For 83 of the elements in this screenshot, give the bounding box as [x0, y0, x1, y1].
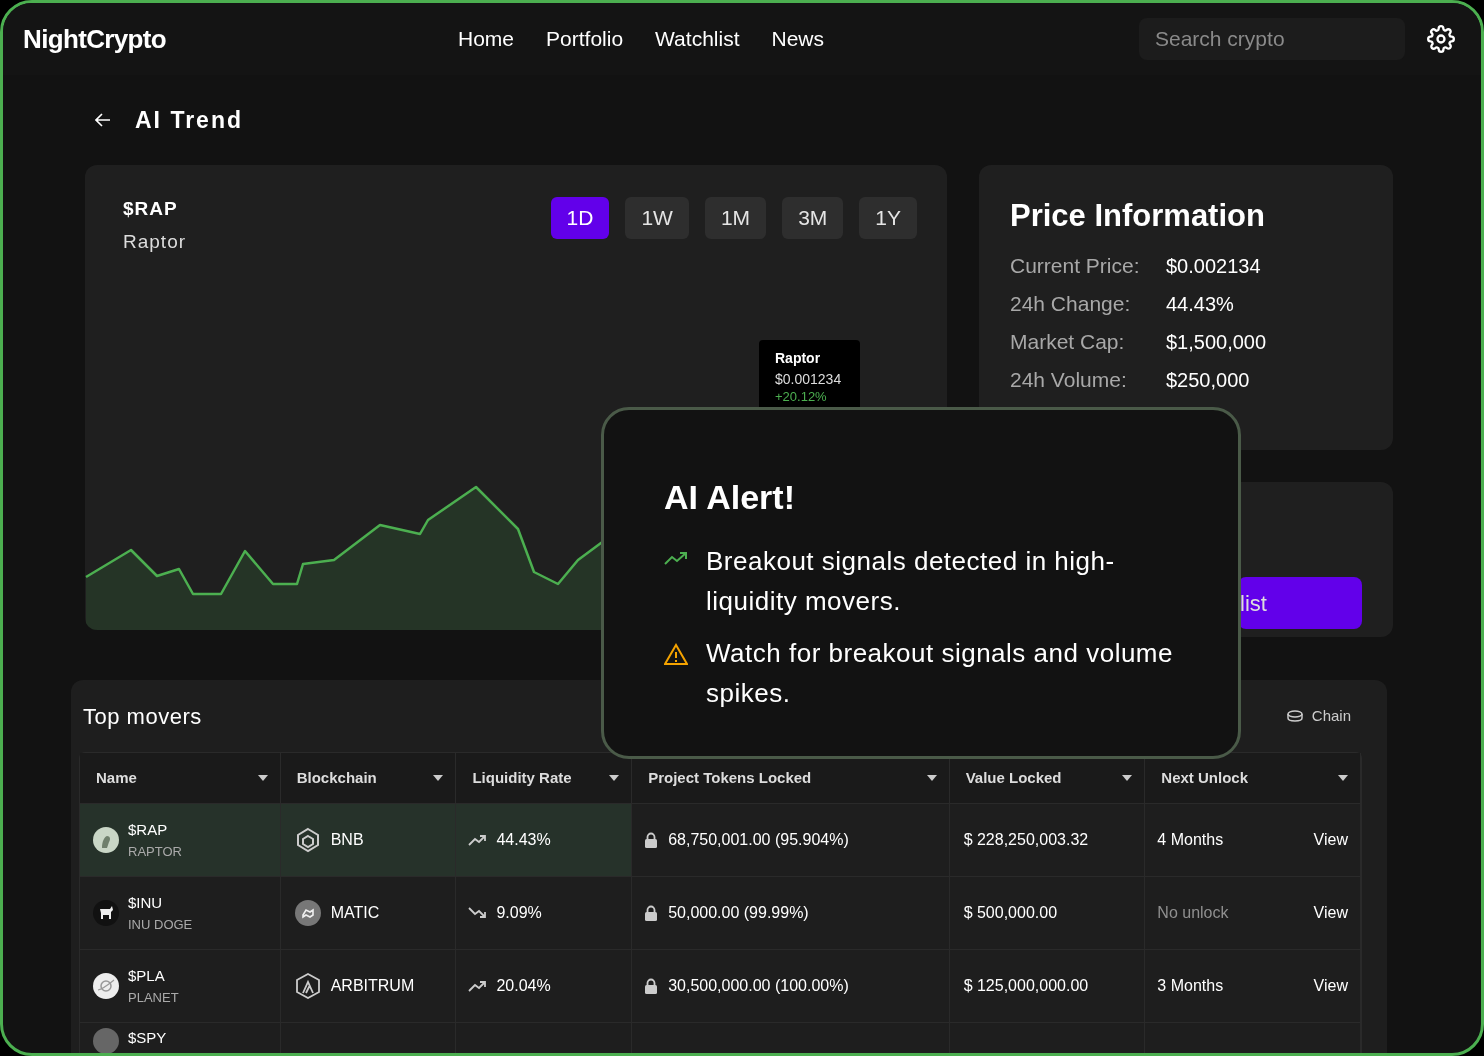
token-avatar [92, 972, 120, 1000]
nav-link[interactable]: Portfolio [546, 23, 624, 55]
section-title: Top movers [83, 702, 202, 731]
coins-icon [1285, 709, 1304, 723]
column-header[interactable]: Blockchain [280, 753, 457, 803]
nav-link[interactable]: News [771, 23, 824, 55]
tooltip-title: Raptor [775, 349, 822, 368]
trend-down-icon [468, 907, 487, 919]
token-name: RAPTOR [128, 842, 182, 861]
token-avatar [92, 899, 120, 927]
token-symbol: $PLA [128, 966, 166, 986]
view-link[interactable]: View [1313, 828, 1348, 852]
tokens-locked: 68,750,001.00 (95.904%) [668, 830, 849, 850]
token-symbol: $INU [128, 893, 164, 913]
view-link[interactable]: View [1313, 974, 1348, 998]
info-value: $250,000 [1166, 367, 1250, 393]
chain-name: ARBITRUM [330, 976, 415, 996]
caret-icon [433, 775, 444, 781]
column-header[interactable]: Name [80, 753, 281, 803]
link-icon [294, 900, 321, 926]
token-symbol: $RAP [123, 197, 179, 221]
info-label: Current Price: [1010, 252, 1141, 279]
next-unlock: 3 Months [1157, 976, 1224, 996]
tokens-locked: 30,500,000.00 (100.00%) [668, 976, 849, 996]
info-label: 24h Volume: [1010, 366, 1128, 393]
trend-up-icon [468, 834, 487, 846]
caret-icon [1122, 775, 1133, 781]
range-tab[interactable]: 3M [782, 197, 844, 239]
rate-value: 20.04% [496, 976, 551, 996]
card-title: Price Information [1010, 197, 1266, 235]
token-name: Raptor [123, 229, 187, 254]
trend-up-icon [468, 980, 487, 992]
chain-name: BNB [330, 830, 364, 850]
trend-up-icon [664, 551, 688, 565]
token-name: PLANET [128, 988, 179, 1007]
value-locked: $ 228,250,003.32 [963, 830, 1089, 850]
watchlist-button[interactable]: list [1238, 577, 1362, 629]
search-field[interactable]: Search crypto [1139, 18, 1405, 60]
range-tab[interactable]: 1Y [859, 197, 917, 239]
next-unlock: 4 Months [1157, 830, 1224, 850]
alert-message: Breakout signals detected in high-liquidity movers. [706, 545, 1116, 618]
settings-icon[interactable] [1427, 25, 1455, 53]
hexagon-icon [294, 973, 321, 999]
value-locked: $ 500,000.00 [963, 903, 1058, 923]
value-locked: $ 125,000,000.00 [963, 976, 1089, 996]
view-link[interactable]: View [1313, 901, 1348, 925]
info-value: $1,500,000 [1166, 329, 1267, 355]
token-symbol: $RAP [128, 820, 169, 840]
range-tab[interactable]: 1M [704, 197, 767, 239]
info-label: 24h Change: [1010, 290, 1132, 317]
info-value: 44.43% [1166, 291, 1234, 317]
next-unlock: No unlock [1157, 903, 1229, 923]
alert-message: Watch for breakout signals and volume spikes. [706, 637, 1174, 710]
caret-icon [257, 775, 268, 781]
chain-name: MATIC [330, 903, 380, 923]
page-title: AI Trend [135, 105, 243, 135]
nav-link[interactable]: Home [458, 23, 515, 55]
info-label: Market Cap: [1010, 328, 1126, 355]
tooltip-change: +20.12% [775, 390, 828, 404]
range-tab[interactable]: 1D [550, 197, 610, 239]
range-tab[interactable]: 1W [625, 197, 689, 239]
back-arrow-icon[interactable] [95, 113, 111, 127]
token-avatar [92, 1027, 120, 1053]
alert-title: AI Alert! [664, 477, 796, 518]
info-value: $0.002134 [1166, 253, 1261, 279]
lock-icon [644, 832, 659, 848]
tooltip-price: $0.001234 [775, 370, 843, 389]
nav-link[interactable]: Watchlist [655, 23, 740, 55]
lock-icon [644, 905, 659, 921]
chain-filter[interactable]: Chain [1285, 704, 1351, 728]
logo[interactable]: NightCrypto [23, 19, 323, 59]
token-avatar [92, 826, 120, 854]
cube-icon [294, 827, 321, 853]
caret-icon [1338, 775, 1348, 781]
tokens-locked: 50,000.00 (99.99%) [668, 903, 809, 923]
token-symbol: $SPY [128, 1028, 167, 1048]
rate-value: 9.09% [496, 903, 542, 923]
warning-icon [664, 643, 688, 665]
rate-value: 44.43% [496, 830, 551, 850]
caret-icon [609, 775, 620, 781]
token-name: INU DOGE [128, 915, 193, 934]
caret-icon [926, 775, 937, 781]
lock-icon [644, 978, 659, 994]
